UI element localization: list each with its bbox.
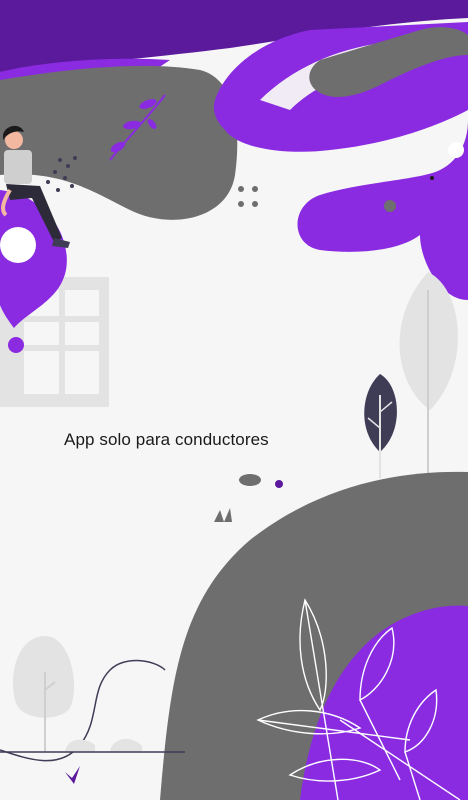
white-dot <box>448 142 464 158</box>
black-dot <box>430 176 434 180</box>
gray-dot <box>384 200 396 212</box>
small-purple-dot <box>275 480 283 488</box>
small-bushes <box>65 738 142 752</box>
dark-leaf-icon <box>364 374 397 478</box>
app-caption: App solo para conductores <box>64 430 269 449</box>
grass-tuft-icon <box>214 508 232 522</box>
splash-screen: App solo para conductores <box>0 0 468 800</box>
purple-sprout-icon <box>65 766 80 784</box>
background-illustration <box>0 0 468 800</box>
pebble-icon <box>239 474 261 486</box>
pale-leaf-icon <box>399 272 458 475</box>
pale-tree-icon <box>13 636 75 752</box>
four-dots-icon <box>238 186 258 207</box>
